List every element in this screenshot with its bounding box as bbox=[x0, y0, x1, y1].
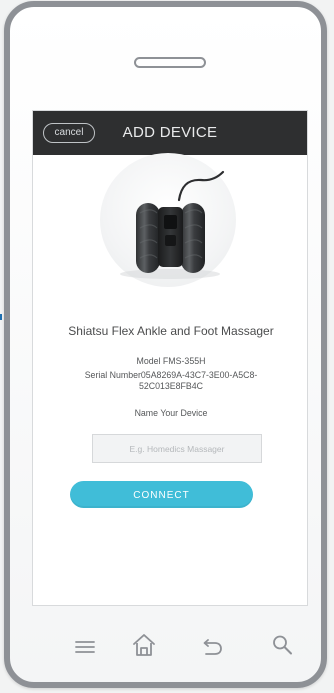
phone-speaker bbox=[134, 57, 206, 68]
serial-number-first-line: Serial Number05A8269A-43C7-3E00-A5C8- bbox=[84, 370, 258, 380]
connect-button[interactable]: CONNECT bbox=[70, 481, 253, 508]
device-name-input[interactable] bbox=[92, 434, 262, 463]
product-name: Shiatsu Flex Ankle and Foot Massager bbox=[68, 324, 274, 338]
home-icon[interactable] bbox=[130, 631, 158, 659]
menu-icon[interactable] bbox=[71, 633, 99, 661]
phone-frame: cancel ADD DEVICE Shiatsu Flex Ankle and… bbox=[4, 1, 327, 688]
model-number: Model FMS-355H bbox=[136, 356, 206, 366]
serial-number-second-line: 52C013E8FB4C bbox=[138, 381, 204, 391]
back-icon[interactable] bbox=[197, 633, 225, 661]
page-title: ADD DEVICE bbox=[122, 124, 218, 141]
app-screen: cancel ADD DEVICE Shiatsu Flex Ankle and… bbox=[32, 110, 308, 606]
search-icon[interactable] bbox=[268, 631, 296, 659]
cancel-button[interactable]: cancel bbox=[43, 123, 95, 143]
foot-massager-image bbox=[120, 170, 225, 279]
app-header: cancel ADD DEVICE bbox=[33, 111, 307, 155]
name-your-device-label: Name Your Device bbox=[134, 408, 208, 418]
serial-number: Serial Number05A8269A-43C7-3E00-A5C8- 52… bbox=[51, 370, 291, 392]
left-accent-line bbox=[0, 314, 2, 320]
